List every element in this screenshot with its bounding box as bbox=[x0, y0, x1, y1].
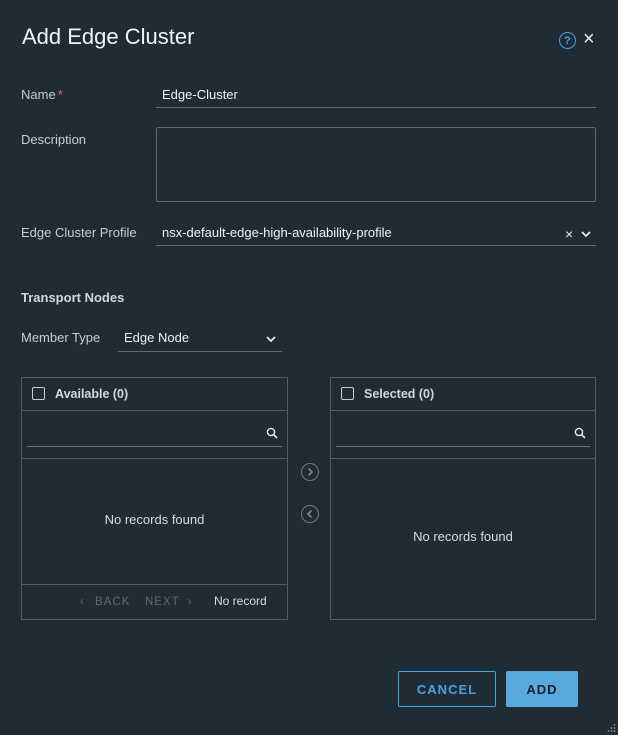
description-label: Description bbox=[21, 132, 87, 147]
search-icon[interactable] bbox=[266, 427, 278, 439]
dialog-title: Add Edge Cluster bbox=[22, 24, 195, 49]
resize-grip-icon[interactable] bbox=[606, 723, 616, 733]
add-button[interactable]: ADD bbox=[506, 671, 578, 707]
chevron-down-icon[interactable] bbox=[265, 333, 277, 345]
cancel-button[interactable]: CANCEL bbox=[398, 671, 496, 707]
chevron-left-icon: ‹ bbox=[80, 596, 85, 608]
selected-search-row bbox=[331, 411, 595, 459]
chevron-down-icon[interactable] bbox=[580, 228, 592, 240]
available-search-input[interactable] bbox=[27, 421, 282, 447]
select-all-available-checkbox[interactable] bbox=[32, 387, 45, 400]
selected-empty-message: No records found bbox=[413, 529, 513, 544]
description-field[interactable] bbox=[156, 127, 596, 202]
search-icon[interactable] bbox=[574, 427, 586, 439]
chevron-left-icon bbox=[306, 509, 313, 519]
selected-title: Selected (0) bbox=[364, 387, 435, 401]
available-empty-message: No records found bbox=[104, 512, 205, 527]
available-pager: ‹ BACK NEXT › No record bbox=[22, 584, 287, 619]
next-label: NEXT bbox=[145, 596, 180, 608]
name-label-text: Name bbox=[21, 87, 56, 102]
required-marker: * bbox=[57, 87, 63, 102]
add-edge-cluster-dialog: Add Edge Cluster ? × Name * Edge-Cluster … bbox=[0, 0, 618, 735]
member-type-select[interactable]: Edge Node bbox=[118, 326, 282, 352]
chevron-right-icon: › bbox=[187, 596, 193, 608]
selected-panel: Selected (0) No records found bbox=[330, 377, 596, 620]
transport-nodes-heading: Transport Nodes bbox=[21, 290, 125, 305]
help-icon[interactable]: ? bbox=[559, 32, 576, 49]
selected-search-input[interactable] bbox=[336, 421, 590, 447]
available-panel: Available (0) No records found ‹ BACK NE… bbox=[21, 377, 288, 620]
available-search-row bbox=[22, 411, 287, 459]
close-icon[interactable]: × bbox=[583, 29, 599, 49]
selected-panel-header: Selected (0) bbox=[331, 378, 595, 411]
back-label: BACK bbox=[95, 596, 131, 608]
move-left-button[interactable] bbox=[301, 505, 319, 523]
name-field[interactable]: Edge-Cluster bbox=[156, 84, 596, 108]
move-right-button[interactable] bbox=[301, 463, 319, 481]
record-info: No record bbox=[214, 594, 267, 608]
available-panel-header: Available (0) bbox=[22, 378, 287, 411]
chevron-right-icon bbox=[307, 467, 314, 477]
profile-label: Edge Cluster Profile bbox=[21, 225, 137, 240]
member-type-label: Member Type bbox=[21, 330, 101, 345]
profile-select[interactable]: nsx-default-edge-high-availability-profi… bbox=[156, 222, 596, 246]
next-button[interactable]: NEXT › bbox=[145, 596, 193, 608]
clear-icon[interactable]: × bbox=[565, 226, 573, 242]
back-button[interactable]: ‹ BACK bbox=[80, 596, 130, 608]
available-title: Available (0) bbox=[55, 387, 129, 401]
select-all-selected-checkbox[interactable] bbox=[341, 387, 354, 400]
name-label: Name * bbox=[21, 87, 63, 102]
